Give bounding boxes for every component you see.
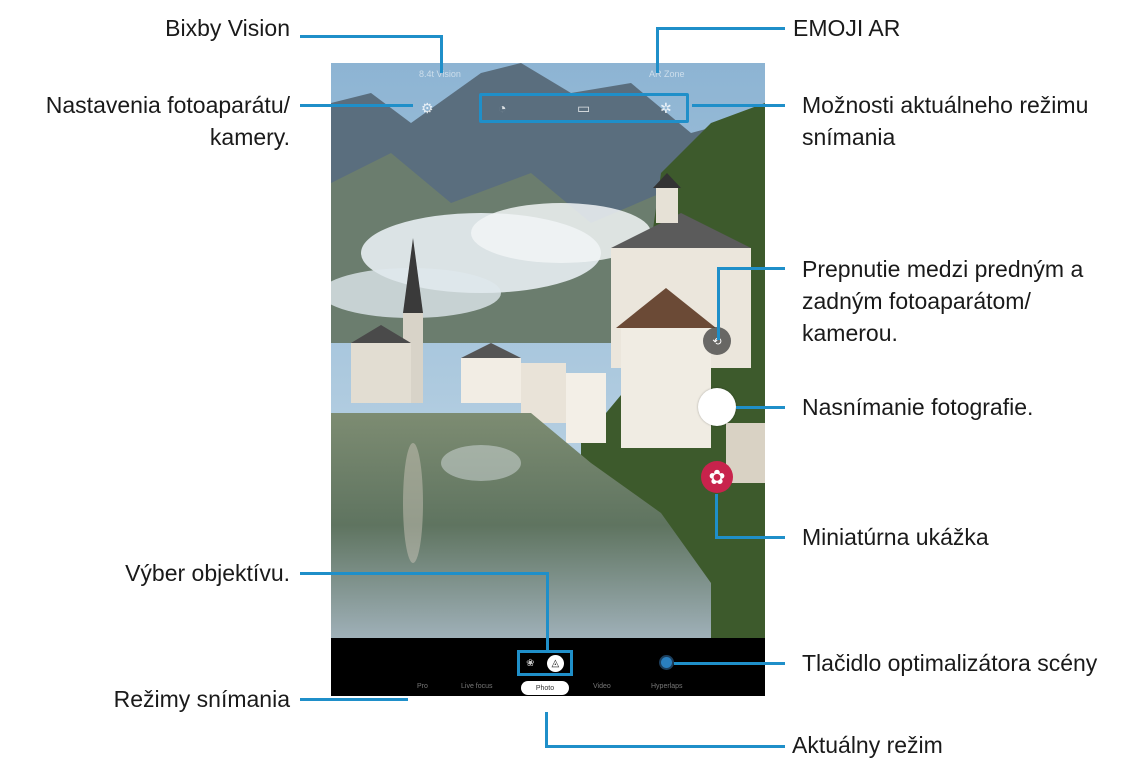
shutter-button[interactable] <box>698 388 736 426</box>
label-bixby-vision: Bixby Vision <box>165 15 290 41</box>
callout-line <box>717 267 740 270</box>
callout-line <box>717 267 720 340</box>
normal-lens-icon[interactable]: ◬ <box>546 654 564 672</box>
callout-line <box>300 572 549 575</box>
callout-line <box>715 494 718 539</box>
label-preview-thumbnail: Miniatúrna ukážka <box>802 524 989 550</box>
callout-line <box>715 536 785 539</box>
callout-line <box>546 572 549 652</box>
mode-item[interactable]: Hyperlaps <box>651 683 683 690</box>
callout-line <box>736 406 785 409</box>
label-scene-optimizer: Tlačidlo optimalizátora scény <box>802 650 1098 676</box>
scene-optimizer-icon[interactable] <box>661 657 672 668</box>
lens-selector: ❀ ◬ <box>517 650 573 676</box>
label-switch-camera-1: Prepnutie medzi predným a <box>802 256 1084 282</box>
label-camera-settings-1: Nastavenia fotoaparátu/ <box>45 92 290 118</box>
callout-line <box>545 712 548 748</box>
label-emoji-ar: EMOJI AR <box>793 15 901 41</box>
gear-icon[interactable]: ⚙ <box>421 101 434 115</box>
mode-item[interactable]: Video <box>593 683 611 690</box>
sparkle-filter-icon[interactable]: ✲ <box>660 101 672 115</box>
label-lens-selection: Výber objektívu. <box>125 560 290 586</box>
callout-line <box>300 698 408 701</box>
label-switch-camera-3: kamerou. <box>802 320 898 346</box>
shooting-modes: Pro Live focus Photo Video Hyperlaps <box>331 681 765 696</box>
mode-options-group: ◔ ▭ ✲ <box>479 93 689 123</box>
callout-line <box>300 104 413 107</box>
timer-icon[interactable]: ◔ <box>498 101 506 115</box>
callout-line <box>674 662 785 665</box>
callout-line <box>545 745 785 748</box>
label-switch-camera-2: zadným fotoaparátom/ <box>802 288 1031 314</box>
camera-preview-image <box>331 63 765 638</box>
wide-lens-icon[interactable]: ❀ <box>526 658 534 669</box>
aspect-ratio-icon[interactable]: ▭ <box>577 101 590 115</box>
callout-line <box>656 27 659 73</box>
label-take-picture: Nasnímanie fotografie. <box>802 394 1034 420</box>
callout-line <box>440 35 443 73</box>
callout-line <box>737 267 785 270</box>
callout-line <box>692 104 785 107</box>
mode-item[interactable]: Live focus <box>461 683 493 690</box>
flower-thumbnail-icon[interactable]: ✿ <box>701 461 733 493</box>
current-mode-pill[interactable]: Photo <box>521 681 569 695</box>
label-mode-options-1: Možnosti aktuálneho režimu <box>802 92 1089 118</box>
status-right: AR Zone <box>649 69 685 79</box>
label-shooting-modes: Režimy snímania <box>113 686 290 712</box>
callout-line <box>300 35 442 38</box>
label-camera-settings-2: kamery. <box>209 124 290 150</box>
callout-line <box>656 27 785 30</box>
label-current-mode: Aktuálny režim <box>792 732 943 758</box>
mode-item[interactable]: Pro <box>417 683 428 690</box>
label-mode-options-2: snímania <box>802 124 896 150</box>
